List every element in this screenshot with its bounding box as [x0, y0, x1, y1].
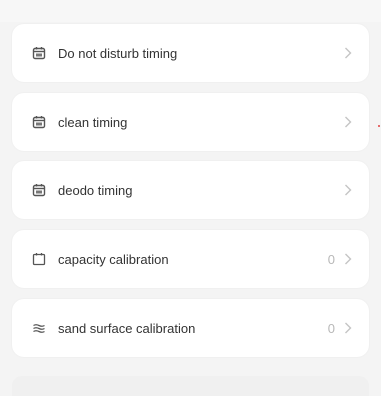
sand-surface-icon [32, 321, 46, 335]
settings-item-deodo-timing[interactable]: deodo timing [12, 161, 369, 219]
next-card-edge [12, 376, 369, 396]
chevron-right-icon [343, 46, 353, 60]
settings-item-sand-surface-calibration[interactable]: sand surface calibration 0 [12, 299, 369, 357]
top-strip [0, 0, 381, 22]
settings-item-label: Do not disturb timing [58, 45, 178, 61]
settings-item-label: sand surface calibration [58, 320, 196, 336]
calendar-icon [32, 183, 46, 197]
edge-marker [378, 125, 380, 127]
chevron-right-icon [343, 115, 353, 129]
settings-item-label: deodo timing [58, 182, 133, 198]
settings-item-value: 0 [327, 320, 335, 336]
calendar-icon [32, 46, 46, 60]
settings-item-value: 0 [327, 251, 335, 267]
chevron-right-icon [343, 183, 353, 197]
settings-item-do-not-disturb-timing[interactable]: Do not disturb timing [12, 24, 369, 82]
chevron-right-icon [343, 321, 353, 335]
calendar-icon [32, 115, 46, 129]
settings-item-label: clean timing [58, 114, 128, 130]
chevron-right-icon [343, 252, 353, 266]
calendar-outline-icon [32, 252, 46, 266]
settings-item-clean-timing[interactable]: clean timing [12, 93, 369, 151]
settings-item-capacity-calibration[interactable]: capacity calibration 0 [12, 230, 369, 288]
settings-item-label: capacity calibration [58, 251, 169, 267]
